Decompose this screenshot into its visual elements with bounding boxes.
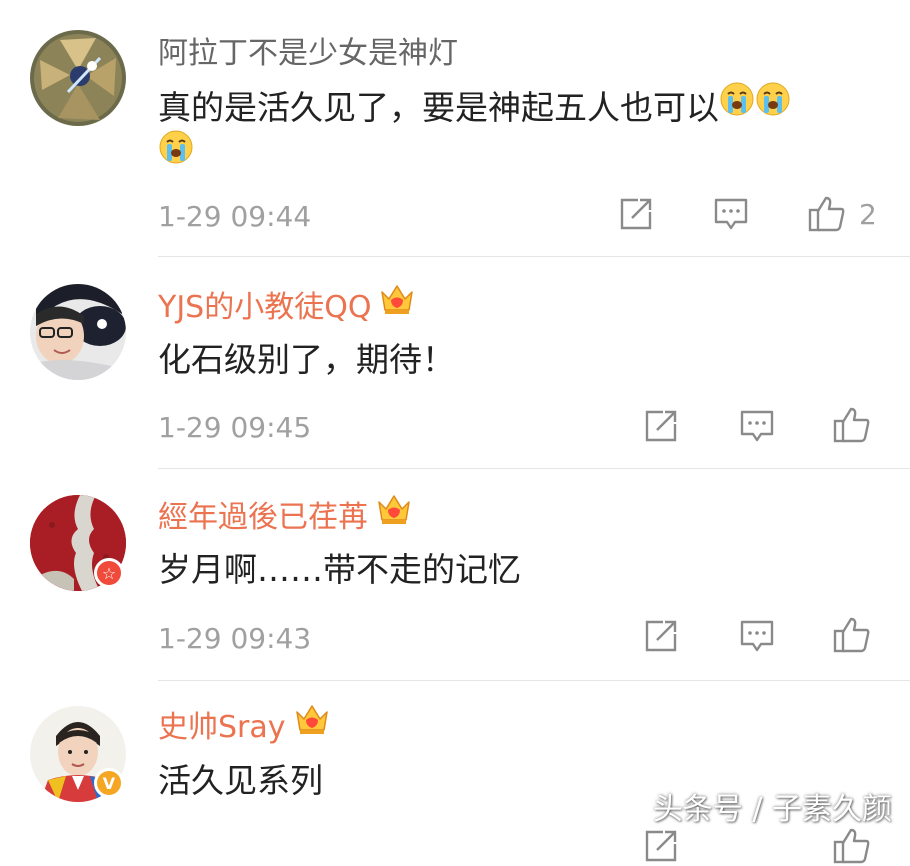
username[interactable]: 阿拉丁不是少女是神灯 <box>158 34 458 74</box>
verified-badge-icon: ☆ <box>94 558 124 588</box>
reply-button[interactable] <box>739 618 775 654</box>
divider <box>158 256 910 257</box>
crown-vip-icon <box>294 702 330 747</box>
thumbs-up-icon <box>833 828 870 864</box>
comment-text: 岁月啊……带不走的记忆 <box>158 546 521 594</box>
like-button[interactable] <box>832 826 872 866</box>
username-text: YJS的小教徒QQ <box>158 290 372 325</box>
comment-text-line: 活久见系列 <box>158 761 323 800</box>
username-text: 阿拉丁不是少女是神灯 <box>158 36 458 71</box>
crying-emoji-icon <box>158 129 194 178</box>
share-button[interactable] <box>643 408 679 444</box>
username[interactable]: YJS的小教徒QQ <box>158 285 415 331</box>
avatar[interactable] <box>30 30 126 126</box>
like-count: 2 <box>859 197 877 231</box>
comment-icon <box>740 620 774 652</box>
username-text: 史帅Sray <box>158 710 286 745</box>
reply-button[interactable] <box>739 408 775 444</box>
crown-vip-icon <box>376 492 412 537</box>
username[interactable]: 經年過後已荏苒 <box>158 495 412 541</box>
comment-text-line: 化石级别了，期待！ <box>158 340 455 379</box>
share-icon <box>645 830 677 862</box>
verified-badge-icon: V <box>94 768 124 798</box>
reply-button[interactable] <box>713 196 749 232</box>
comment-icon <box>714 198 748 230</box>
share-icon <box>645 410 677 442</box>
comment-text: 真的是活久见了，要是神起五人也可以 <box>158 81 791 134</box>
timestamp: 1-29 09:43 <box>158 622 312 655</box>
share-icon <box>620 198 652 230</box>
like-button[interactable] <box>832 405 872 445</box>
divider <box>158 468 910 469</box>
watermark: 头条号 / 子素久颜 <box>652 792 892 827</box>
thumbs-up-icon <box>808 196 845 232</box>
crying-emoji-icon <box>755 81 791 130</box>
avatar[interactable] <box>30 284 126 380</box>
share-button[interactable] <box>618 196 654 232</box>
like-button[interactable] <box>832 615 872 655</box>
comment-text-line: 真的是活久见了，要是神起五人也可以 <box>158 88 719 127</box>
crown-vip-icon <box>379 282 415 327</box>
comment-icon <box>740 410 774 442</box>
share-button[interactable] <box>643 618 679 654</box>
timestamp: 1-29 09:45 <box>158 411 312 444</box>
comment-text: 活久见系列 <box>158 757 323 805</box>
crying-emoji-icon <box>719 81 755 130</box>
comment-text-line: 岁月啊……带不走的记忆 <box>158 550 521 589</box>
username-text: 經年過後已荏苒 <box>158 500 368 535</box>
share-button[interactable] <box>643 828 679 864</box>
thumbs-up-icon <box>833 407 870 443</box>
divider <box>158 680 910 681</box>
thumbs-up-icon <box>833 617 870 653</box>
username[interactable]: 史帅Sray <box>158 705 330 751</box>
timestamp: 1-29 09:44 <box>158 200 312 233</box>
like-button[interactable]: 2 <box>807 194 877 234</box>
comment-text-continued <box>158 129 194 182</box>
share-icon <box>645 620 677 652</box>
comment-text: 化石级别了，期待！ <box>158 336 455 384</box>
